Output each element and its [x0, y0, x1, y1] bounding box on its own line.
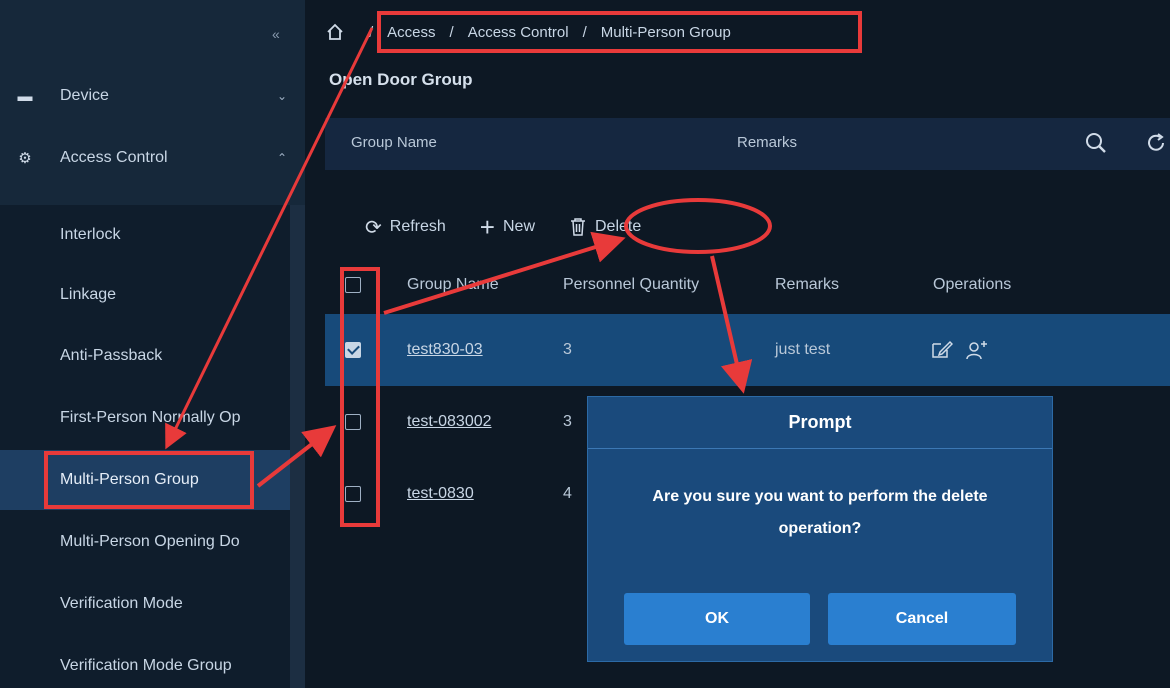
delete-button[interactable]: Delete [569, 217, 641, 237]
remarks-filter-label[interactable]: Remarks [737, 134, 797, 151]
sidebar-item-label: Verification Mode Group [60, 657, 232, 674]
sidebar-item-label: First-Person Normally Op [60, 409, 241, 426]
personnel-quantity-cell: 4 [563, 485, 572, 502]
double-chevron-left-icon[interactable]: « [272, 26, 280, 42]
group-name-link[interactable]: test-083002 [407, 413, 492, 431]
chevron-down-icon: ⌄ [277, 89, 288, 103]
edit-icon[interactable] [931, 339, 953, 359]
breadcrumb: / Access / Access Control / Multi-Person… [325, 18, 731, 46]
delete-label: Delete [595, 218, 642, 235]
column-header-operations: Operations [933, 276, 1012, 293]
sidebar-item-multi-person-group[interactable]: Multi-Person Group [0, 450, 290, 510]
sidebar-item-access-control[interactable]: ⚙ Access Control ⌃ [0, 128, 305, 188]
cancel-button[interactable]: Cancel [828, 593, 1016, 645]
sidebar-item-verification-mode-group[interactable]: Verification Mode Group [0, 636, 290, 688]
group-name-filter-label[interactable]: Group Name [351, 134, 437, 151]
sidebar: « ▬ Device ⌄ ⚙ Access Control ⌃ Interloc… [0, 0, 305, 688]
table-header: Group Name Personnel Quantity Remarks Op… [325, 256, 1170, 314]
personnel-quantity-cell: 3 [563, 341, 572, 358]
home-icon[interactable] [325, 22, 345, 42]
table-row[interactable]: test830-03 3 just test [325, 314, 1170, 386]
new-label: New [502, 218, 535, 235]
gear-icon: ⚙ [18, 150, 32, 167]
add-person-icon[interactable] [965, 339, 989, 361]
trash-icon [571, 218, 585, 236]
breadcrumb-access-control[interactable]: Access Control [468, 24, 569, 41]
row-checkbox[interactable] [345, 414, 361, 430]
column-header-group-name[interactable]: Group Name [407, 276, 499, 294]
sidebar-item-anti-passback[interactable]: Anti-Passback [0, 326, 290, 386]
ok-button[interactable]: OK [624, 593, 810, 645]
sidebar-item-label: Multi-Person Opening Do [60, 533, 240, 550]
breadcrumb-separator: / [369, 23, 374, 41]
breadcrumb-multi-person-group: Multi-Person Group [600, 23, 731, 41]
dialog-message: Are you sure you want to perform the del… [652, 488, 988, 537]
sidebar-item-label: Anti-Passback [60, 347, 163, 364]
group-name-link[interactable]: test-0830 [407, 485, 474, 503]
breadcrumb-access[interactable]: Access [387, 24, 435, 41]
column-header-personnel-quantity[interactable]: Personnel Quantity [563, 276, 699, 294]
page-title: Open Door Group [329, 70, 473, 89]
sidebar-item-label: Interlock [60, 226, 121, 243]
toolbar: ⟳ Refresh + New Delete [365, 212, 675, 242]
operations-cell [931, 339, 989, 361]
delete-confirm-dialog: Prompt Are you sure you want to perform … [587, 396, 1053, 662]
column-header-remarks[interactable]: Remarks [775, 276, 839, 294]
sidebar-item-device[interactable]: ▬ Device ⌄ [0, 66, 305, 126]
sidebar-item-linkage[interactable]: Linkage [0, 265, 290, 325]
personnel-quantity-cell: 3 [563, 413, 572, 430]
plus-icon: + [479, 211, 495, 242]
row-checkbox[interactable] [345, 342, 361, 358]
select-all-checkbox[interactable] [345, 277, 361, 293]
sidebar-item-interlock[interactable]: Interlock [0, 205, 290, 265]
sidebar-item-label: Access Control [60, 149, 168, 166]
sidebar-item-first-person[interactable]: First-Person Normally Op [0, 388, 290, 448]
refresh-icon: ⟳ [365, 216, 382, 239]
search-icon[interactable] [1083, 130, 1109, 156]
sidebar-item-label: Linkage [60, 286, 117, 303]
group-name-link[interactable]: test830-03 [407, 341, 483, 359]
reset-icon[interactable] [1143, 130, 1169, 156]
sidebar-item-label: Multi-Person Group [60, 471, 199, 488]
sidebar-item-multi-person-opening[interactable]: Multi-Person Opening Do [0, 512, 290, 572]
sidebar-scrollbar[interactable] [290, 205, 305, 688]
dialog-title: Prompt [588, 397, 1052, 449]
row-checkbox[interactable] [345, 486, 361, 502]
refresh-button[interactable]: ⟳ Refresh [365, 215, 446, 240]
sidebar-item-label: Verification Mode [60, 595, 183, 612]
chevron-up-icon: ⌃ [277, 151, 288, 165]
refresh-label: Refresh [389, 218, 446, 235]
filter-bar: Group Name Remarks [325, 118, 1170, 170]
new-button[interactable]: + New [480, 212, 535, 243]
breadcrumb-separator: / [582, 23, 587, 41]
remarks-cell: just test [775, 341, 831, 358]
device-icon: ▬ [17, 87, 33, 105]
sidebar-item-verification-mode[interactable]: Verification Mode [0, 574, 290, 634]
sidebar-item-label: Device [60, 87, 109, 104]
breadcrumb-separator: / [449, 23, 454, 41]
